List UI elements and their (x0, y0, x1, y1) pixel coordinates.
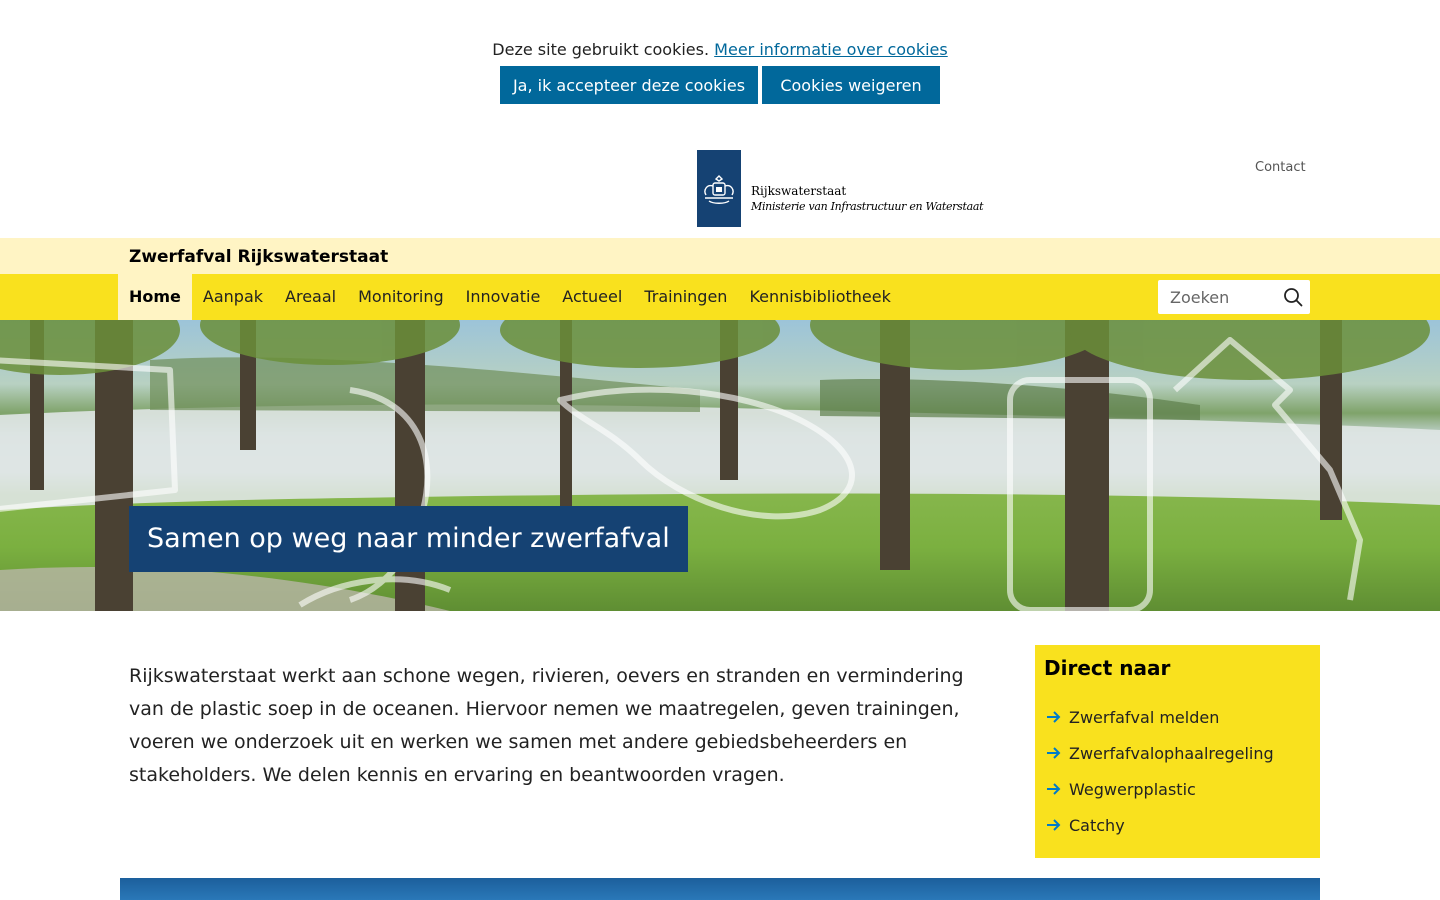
refuse-cookies-button[interactable]: Cookies weigeren (762, 66, 940, 104)
direct-link-zwerfafval-melden[interactable]: Zwerfafval melden (1045, 708, 1274, 744)
nav-list: Home Aanpak Areaal Monitoring Innovatie … (118, 274, 902, 320)
intro-paragraph: Rijkswaterstaat werkt aan schone wegen, … (129, 665, 964, 786)
direct-link-label: Catchy (1069, 816, 1125, 835)
nav-item-kennisbibliotheek[interactable]: Kennisbibliotheek (738, 274, 901, 320)
nav-item-areaal[interactable]: Areaal (274, 274, 347, 320)
cookie-message-line: Deze site gebruikt cookies. Meer informa… (0, 40, 1440, 59)
contact-link[interactable]: Contact (1255, 160, 1306, 175)
rijksoverheid-logo[interactable] (697, 150, 741, 227)
direct-link-label: Zwerfafvalophaalregeling (1069, 744, 1274, 763)
direct-link-wegwerpplastic[interactable]: Wegwerpplastic (1045, 780, 1274, 816)
logo-ministry-name: Ministerie van Infrastructuur en Waterst… (751, 200, 984, 213)
search-box (1158, 280, 1310, 314)
nav-item-innovatie[interactable]: Innovatie (455, 274, 552, 320)
direct-naar-box: Direct naar Zwerfafval melden Zwerfafval… (1035, 645, 1320, 858)
direct-naar-list: Zwerfafval melden Zwerfafvalophaalregeli… (1045, 708, 1274, 852)
cookie-more-info-link[interactable]: Meer informatie over cookies (714, 40, 948, 59)
direct-link-label: Zwerfafval melden (1069, 708, 1220, 727)
cookie-bar: Deze site gebruikt cookies. Meer informa… (0, 0, 1440, 120)
arrow-right-icon (1045, 780, 1069, 802)
coat-of-arms-icon (704, 174, 734, 204)
direct-naar-heading: Direct naar (1044, 656, 1171, 680)
accept-cookies-button[interactable]: Ja, ik accepteer deze cookies (500, 66, 758, 104)
hero-title: Samen op weg naar minder zwerfafval (129, 506, 688, 572)
nav-item-monitoring[interactable]: Monitoring (347, 274, 455, 320)
site-title[interactable]: Zwerfafval Rijkswaterstaat (129, 247, 388, 267)
search-icon (1284, 288, 1303, 307)
arrow-right-icon (1045, 744, 1069, 766)
cookie-message: Deze site gebruikt cookies. (492, 40, 710, 59)
nav-item-aanpak[interactable]: Aanpak (192, 274, 274, 320)
arrow-right-icon (1045, 708, 1069, 730)
arrow-right-icon (1045, 816, 1069, 838)
logo-org-name: Rijkswaterstaat (751, 184, 847, 198)
main-navigation: Home Aanpak Areaal Monitoring Innovatie … (0, 274, 1440, 320)
search-button[interactable] (1282, 287, 1304, 309)
nav-item-trainingen[interactable]: Trainingen (633, 274, 738, 320)
featured-image-strip (120, 878, 1320, 900)
direct-link-catchy[interactable]: Catchy (1045, 816, 1274, 852)
search-input[interactable] (1158, 280, 1282, 314)
direct-link-label: Wegwerpplastic (1069, 780, 1196, 799)
nav-item-home[interactable]: Home (118, 274, 192, 320)
nav-item-actueel[interactable]: Actueel (551, 274, 633, 320)
logo-wordmark[interactable]: Rijkswaterstaat Ministerie van Infrastru… (751, 183, 984, 215)
direct-link-ophaalregeling[interactable]: Zwerfafvalophaalregeling (1045, 744, 1274, 780)
